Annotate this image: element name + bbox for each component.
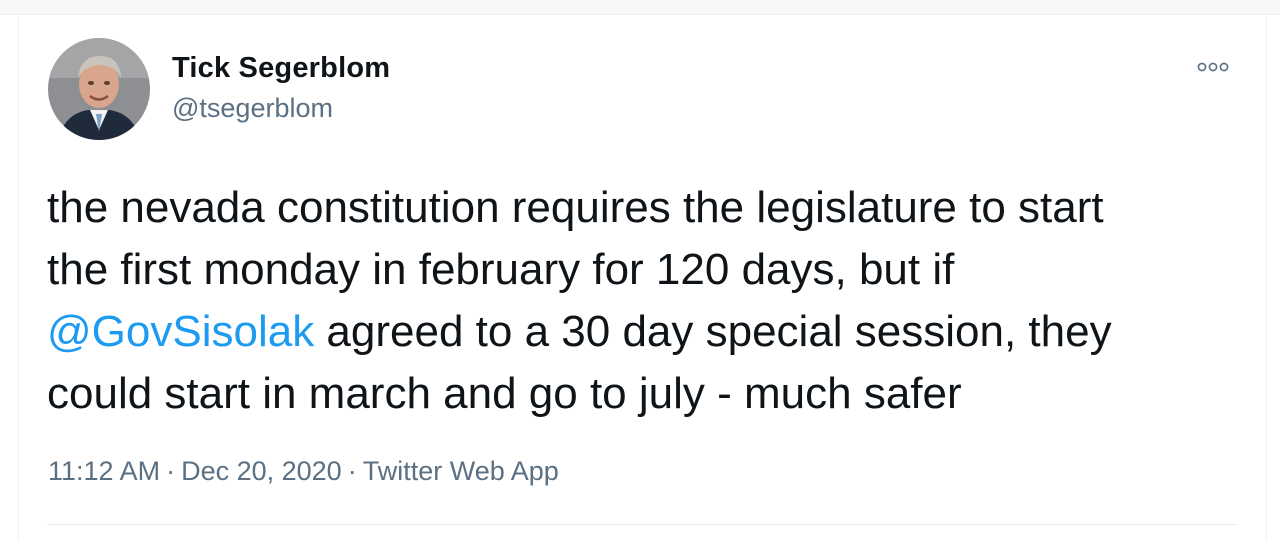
- tweet-text: the nevada constitution requires the leg…: [47, 177, 1252, 425]
- text-segment: could start in march and go to july - mu…: [47, 369, 962, 418]
- meta-separator: ·: [347, 456, 357, 486]
- tweet-card: Tick Segerblom @tsegerblom the nevada co…: [19, 15, 1266, 540]
- mention-link[interactable]: @GovSisolak: [47, 307, 314, 356]
- author-name[interactable]: Tick Segerblom: [172, 52, 390, 85]
- tweet-time[interactable]: 11:12 AM: [48, 456, 160, 486]
- text-segment: the nevada constitution requires the leg…: [47, 183, 1104, 232]
- avatar[interactable]: [48, 38, 150, 140]
- text-segment: agreed to a 30 day special session, they: [314, 307, 1112, 356]
- text-segment: the first monday in february for 120 day…: [47, 245, 955, 294]
- more-options-icon[interactable]: [1195, 59, 1231, 75]
- tweet-text-line: the nevada constitution requires the leg…: [47, 177, 1252, 239]
- top-strip: [0, 0, 1280, 15]
- divider: [47, 524, 1237, 525]
- avatar-photo-icon: [48, 38, 150, 140]
- tweet-text-line: could start in march and go to july - mu…: [47, 363, 1252, 425]
- tweet-meta: 11:12 AM · Dec 20, 2020 · Twitter Web App: [48, 456, 559, 487]
- right-border: [1266, 14, 1267, 540]
- tweet-date[interactable]: Dec 20, 2020: [181, 456, 342, 486]
- meta-separator: ·: [166, 456, 176, 486]
- tweet-text-line: @GovSisolak agreed to a 30 day special s…: [47, 301, 1252, 363]
- author-handle[interactable]: @tsegerblom: [172, 93, 333, 124]
- tweet-text-line: the first monday in february for 120 day…: [47, 239, 1252, 301]
- tweet-source[interactable]: Twitter Web App: [363, 456, 559, 486]
